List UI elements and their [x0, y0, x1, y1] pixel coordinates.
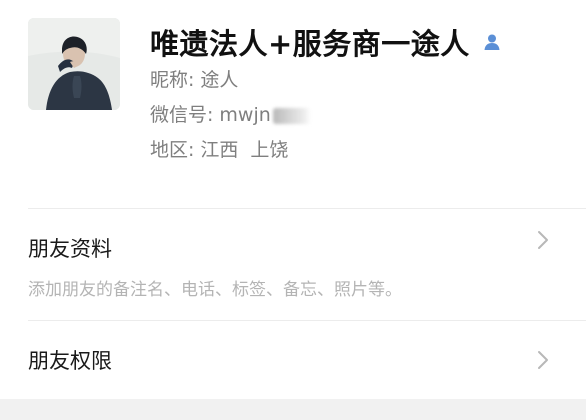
friend-info-title: 朋友资料 — [28, 237, 112, 261]
region-line: 地区: 江西 上饶 — [150, 136, 288, 164]
region-city: 上饶 — [250, 139, 289, 161]
avatar[interactable] — [28, 18, 120, 110]
region-province: 江西 — [200, 139, 239, 161]
friend-info-row[interactable]: 朋友资料 添加朋友的备注名、电话、标签、备忘、照片等。 — [0, 209, 586, 320]
display-name-row: 唯遗法人+服务商一途人 — [150, 22, 502, 62]
redaction-blur — [272, 107, 311, 124]
friend-permissions-row[interactable]: 朋友权限 — [0, 321, 586, 399]
friend-info-description: 添加朋友的备注名、电话、标签、备忘、照片等。 — [28, 280, 402, 300]
chevron-right-icon — [536, 229, 550, 251]
person-icon — [482, 32, 502, 52]
wechat-id-label: 微信号: — [150, 104, 214, 126]
profile-header: 唯遗法人+服务商一途人 昵称: 途人 微信号: mwjn 地区: 江西 上饶 — [0, 0, 586, 208]
display-name: 唯遗法人+服务商一途人 — [150, 27, 470, 61]
wechat-id-value[interactable]: mwjn — [219, 104, 270, 126]
region-label: 地区: — [150, 139, 195, 161]
nickname-line: 昵称: 途人 — [150, 66, 238, 94]
friend-permissions-title: 朋友权限 — [28, 349, 112, 373]
wechat-id-line: 微信号: mwjn — [150, 101, 311, 129]
region-value: 江西 上饶 — [200, 139, 288, 161]
nickname-label: 昵称: — [150, 69, 195, 91]
nickname-value: 途人 — [200, 69, 239, 91]
chevron-right-icon — [536, 349, 550, 371]
section-gap — [0, 399, 586, 420]
